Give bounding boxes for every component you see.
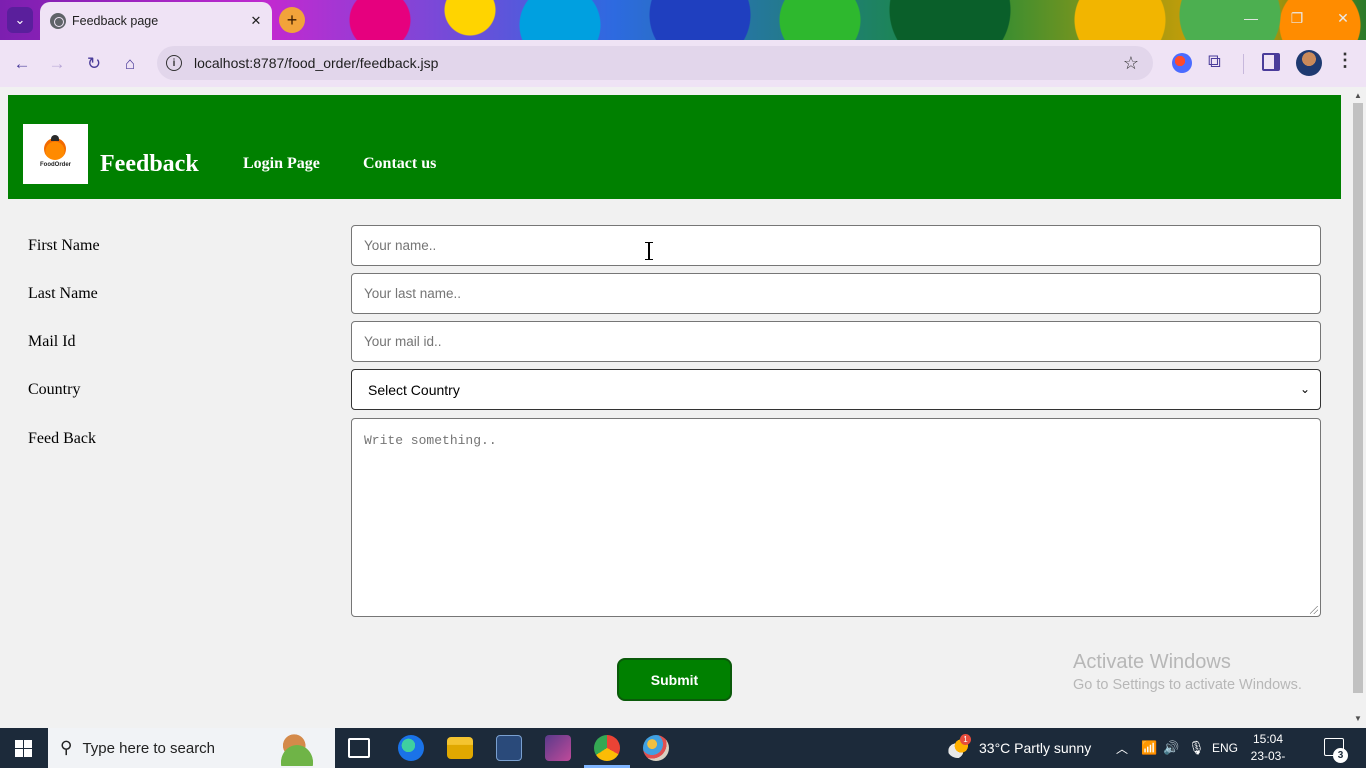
chevron-down-icon: ⌄ (1299, 382, 1310, 396)
profile-avatar[interactable] (1296, 50, 1322, 76)
forward-icon[interactable]: → (44, 51, 70, 77)
home-icon[interactable]: ⌂ (117, 51, 143, 77)
mail-id-input[interactable]: Your mail id.. (351, 321, 1321, 362)
submit-button[interactable]: Submit (617, 658, 732, 701)
window-close-icon[interactable]: ✕ (1320, 10, 1366, 27)
activate-windows-subtitle: Go to Settings to activate Windows. (1073, 677, 1302, 693)
country-label: Country (28, 381, 81, 398)
eclipse-ee-icon[interactable] (545, 735, 571, 761)
mail-id-label: Mail Id (28, 333, 76, 350)
language-indicator[interactable]: ENG (1212, 728, 1238, 768)
search-icon: ⚲ (60, 738, 73, 757)
nav-contact-us[interactable]: Contact us (363, 155, 436, 173)
clock-time: 15:04 (1252, 732, 1284, 746)
restore-icon[interactable]: ❐ (1274, 10, 1320, 27)
nav-login-page[interactable]: Login Page (243, 155, 320, 173)
logo-icon (44, 135, 66, 160)
text-cursor-icon (644, 242, 654, 260)
taskbar: ⚲ Type here to search 1 33°C Partly sunn… (0, 728, 1366, 768)
task-view-icon[interactable] (348, 738, 370, 758)
last-name-input[interactable]: Your last name.. (351, 273, 1321, 314)
clock[interactable]: 15:04 23-03-2024 (1238, 731, 1298, 768)
first-name-label: First Name (28, 237, 100, 254)
vertical-scrollbar[interactable]: ▲ ▼ (1350, 87, 1366, 728)
search-highlight-image (269, 732, 325, 766)
close-icon[interactable]: ✕ (248, 13, 264, 29)
last-name-placeholder: Your last name.. (364, 286, 462, 301)
last-name-label: Last Name (28, 285, 98, 302)
file-explorer-icon[interactable] (447, 737, 473, 759)
side-panel-icon[interactable] (1262, 53, 1280, 71)
page-viewport: FoodOrder Feedback Login Page Contact us… (0, 87, 1350, 728)
search-placeholder: Type here to search (82, 739, 216, 757)
network-icon[interactable]: 📶 (1141, 728, 1157, 768)
feedback-placeholder: Write something.. (364, 433, 497, 448)
weather-icon: 1 (947, 734, 971, 758)
reload-icon[interactable]: ↻ (81, 51, 107, 77)
weather-widget[interactable]: 1 33°C Partly sunny (947, 728, 1091, 768)
scroll-thumb[interactable] (1353, 103, 1363, 693)
info-icon[interactable]: i (166, 55, 182, 71)
first-name-input[interactable]: Your name.. (351, 225, 1321, 266)
mysql-workbench-icon[interactable] (496, 735, 522, 761)
tab-search-icon[interactable]: ⌄ (7, 7, 33, 33)
browser-toolbar: ← → ↻ ⌂ i localhost:8787/food_order/feed… (0, 40, 1366, 87)
minimize-icon[interactable]: — (1228, 10, 1274, 26)
microphone-icon[interactable]: 🎙 (1188, 728, 1205, 768)
country-selected-value: Select Country (368, 381, 460, 398)
tab-title: Feedback page (72, 14, 159, 28)
volume-icon[interactable]: 🔊 (1163, 728, 1179, 768)
back-icon[interactable]: ← (9, 51, 35, 77)
more-icon[interactable]: ⋮ (1336, 50, 1354, 71)
scroll-down-icon[interactable]: ▼ (1354, 714, 1362, 723)
mail-id-placeholder: Your mail id.. (364, 334, 442, 349)
puzzle-icon[interactable]: ⧉ (1208, 51, 1221, 72)
activate-windows-title: Activate Windows (1073, 651, 1231, 673)
feedback-label: Feed Back (28, 430, 96, 447)
paint-icon[interactable] (643, 735, 669, 761)
globe-icon (50, 13, 66, 29)
weather-text: 33°C Partly sunny (979, 740, 1092, 756)
extension-icon[interactable] (1172, 53, 1192, 73)
weather-badge: 1 (960, 734, 971, 745)
country-select[interactable]: Select Country ⌄ (351, 369, 1321, 410)
address-bar[interactable]: i localhost:8787/food_order/feedback.jsp… (157, 46, 1153, 80)
first-name-placeholder: Your name.. (364, 238, 437, 253)
windows-start-icon[interactable] (15, 740, 32, 757)
show-hidden-icons[interactable]: ︿ (1116, 728, 1128, 768)
page-title: Feedback (100, 151, 199, 177)
site-logo[interactable]: FoodOrder (23, 124, 88, 184)
plus-icon[interactable]: + (279, 7, 305, 33)
notification-count: 3 (1333, 748, 1348, 763)
site-header: FoodOrder Feedback Login Page Contact us (8, 95, 1341, 199)
scroll-up-icon[interactable]: ▲ (1354, 91, 1362, 100)
clock-date: 23-03-2024 (1250, 749, 1286, 768)
star-icon[interactable]: ☆ (1119, 53, 1143, 74)
url-text[interactable]: localhost:8787/food_order/feedback.jsp (194, 55, 1119, 71)
feedback-textarea[interactable]: Write something.. (351, 418, 1321, 617)
resize-handle-icon[interactable] (1310, 606, 1318, 614)
logo-text: FoodOrder (40, 162, 71, 168)
chrome-icon[interactable] (594, 735, 620, 761)
toolbar-separator (1243, 54, 1244, 74)
edge-icon[interactable] (398, 735, 424, 761)
taskbar-search[interactable]: ⚲ Type here to search (48, 728, 335, 768)
tab-feedback-page[interactable]: Feedback page ✕ (40, 2, 272, 40)
tab-strip: ⌄ Feedback page ✕ + — ❐ ✕ (0, 0, 1366, 40)
